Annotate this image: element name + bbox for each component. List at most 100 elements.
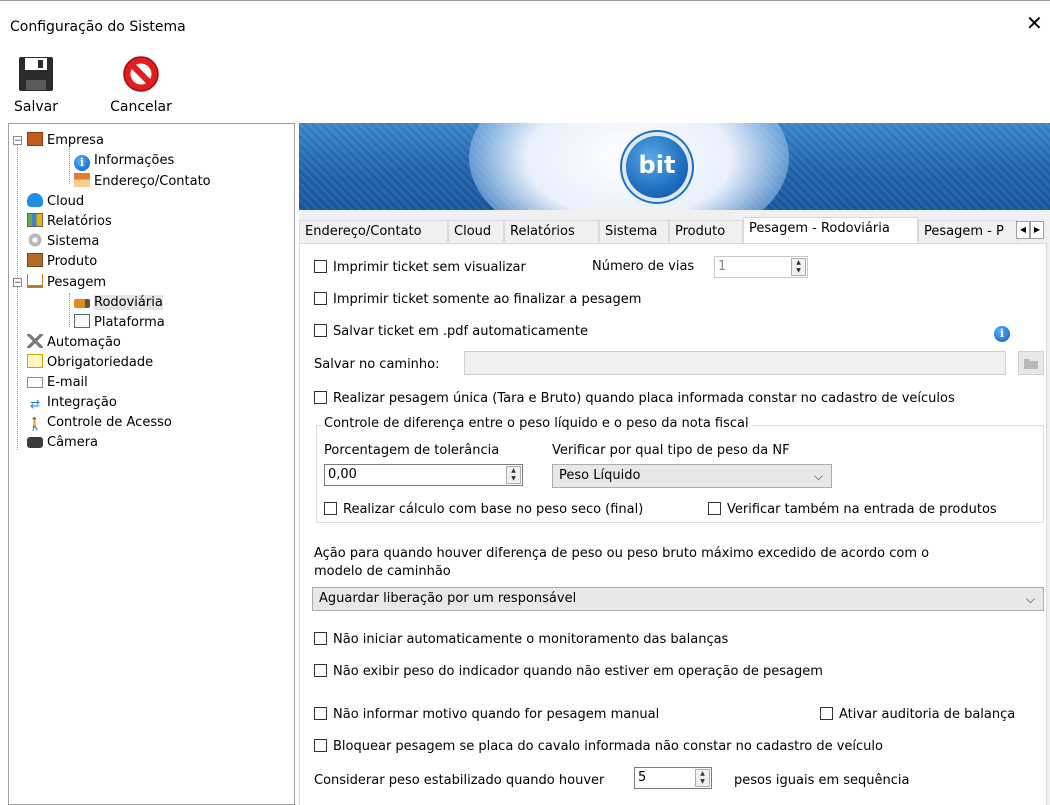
tree-item-automacao[interactable]: Automação: [27, 333, 121, 353]
salvar-caminho-input[interactable]: [464, 351, 1006, 375]
numero-vias-label: Número de vias: [592, 259, 695, 274]
tree-line: [17, 142, 18, 450]
cancel-button[interactable]: Cancelar: [104, 50, 178, 118]
gear-icon: [27, 233, 43, 247]
tree-item-produto[interactable]: Produto: [27, 252, 97, 272]
salvar-caminho-label: Salvar no caminho:: [314, 357, 440, 372]
tab-scroll-right-icon[interactable]: ▶: [1030, 221, 1044, 239]
tab-pesagem-rodoviaria[interactable]: Pesagem - Rodoviária: [743, 217, 918, 243]
acao-select[interactable]: Aguardar liberação por um responsável ⌵: [312, 587, 1044, 611]
tree-item-plataforma[interactable]: Plataforma: [74, 313, 165, 333]
nao-informar-motivo-checkbox[interactable]: Não informar motivo quando for pesagem m…: [314, 706, 659, 724]
tree-item-cloud[interactable]: Cloud: [27, 192, 84, 212]
nao-iniciar-monitoramento-checkbox[interactable]: Não iniciar automaticamente o monitorame…: [314, 631, 728, 649]
checkbox-box[interactable]: [324, 502, 337, 515]
settings-panel: bit Endereço/Contato Cloud Relatórios Si…: [299, 123, 1050, 805]
salvar-pdf-checkbox[interactable]: Salvar ticket em .pdf automaticamente: [314, 323, 588, 341]
platform-scale-icon: [74, 314, 90, 328]
expand-pesagem-toggle[interactable]: −: [13, 278, 22, 288]
pesos-iguais-label: pesos iguais em sequência: [734, 773, 910, 788]
title-bar: Configuração do Sistema ✕: [0, 0, 1050, 50]
tree-item-email[interactable]: E-mail: [27, 373, 88, 393]
arrows-icon: ⇄: [29, 397, 41, 411]
info-icon: i: [74, 155, 90, 171]
controle-diferenca-title: Controle de diferença entre o peso líqui…: [321, 416, 752, 431]
checkbox-box[interactable]: [708, 502, 721, 515]
imprimir-ao-finalizar-checkbox[interactable]: Imprimir ticket somente ao finalizar a p…: [314, 291, 641, 309]
browse-folder-button[interactable]: [1018, 351, 1044, 375]
info-icon[interactable]: i: [994, 326, 1010, 342]
checklist-icon: [27, 354, 43, 368]
checkbox-box[interactable]: [314, 632, 327, 645]
porcentagem-spinner[interactable]: 0,00 ▲ ▼: [324, 464, 523, 486]
walking-person-icon: 🚶: [27, 417, 43, 431]
tipo-peso-select[interactable]: Peso Líquido ⌵: [552, 464, 832, 488]
tab-bar: Endereço/Contato Cloud Relatórios Sistem…: [299, 217, 1050, 243]
checkbox-box[interactable]: [314, 260, 327, 273]
logo-text: bit: [638, 151, 676, 179]
numero-vias-spinner[interactable]: 1 ▲ ▼: [714, 256, 808, 278]
tree-item-sistema[interactable]: Sistema: [27, 232, 99, 252]
tab-scroll-left-icon[interactable]: ◀: [1016, 221, 1030, 239]
company-icon: [27, 132, 43, 146]
checkbox-box[interactable]: [314, 739, 327, 752]
tab-cloud[interactable]: Cloud: [448, 220, 504, 242]
bloquear-pesagem-checkbox[interactable]: Bloquear pesagem se placa do cavalo info…: [314, 738, 883, 756]
nao-exibir-peso-checkbox[interactable]: Não exibir peso do indicador quando não …: [314, 663, 823, 681]
tools-icon: [27, 334, 43, 348]
report-icon: [27, 213, 43, 227]
box-icon: [27, 253, 43, 267]
tree-line: [69, 148, 70, 184]
pesagem-unica-checkbox[interactable]: Realizar pesagem única (Tara e Bruto) qu…: [314, 390, 955, 408]
tree-item-rodoviaria[interactable]: Rodoviária: [74, 293, 163, 313]
envelope-icon: [27, 377, 43, 388]
house-icon: [74, 173, 90, 187]
settings-tree: − Empresa i Informações Endereço/Contato …: [8, 123, 295, 805]
tab-endereco-contato[interactable]: Endereço/Contato: [299, 220, 448, 242]
calculo-peso-seco-checkbox[interactable]: Realizar cálculo com base no peso seco (…: [324, 501, 643, 519]
expand-empresa-toggle[interactable]: −: [13, 136, 22, 146]
spinner-arrows[interactable]: ▲ ▼: [695, 769, 710, 787]
tab-page-pesagem-rodoviaria: Imprimir ticket sem visualizar Número de…: [299, 243, 1047, 805]
spinner-arrows[interactable]: ▲ ▼: [506, 466, 521, 484]
spinner-arrows[interactable]: ▲ ▼: [791, 258, 806, 276]
cancel-icon: [123, 56, 159, 92]
tree-item-controle-acesso[interactable]: 🚶 Controle de Acesso: [27, 413, 172, 433]
ativar-auditoria-checkbox[interactable]: Ativar auditoria de balança: [820, 706, 1015, 724]
window-title: Configuração do Sistema: [10, 19, 186, 35]
tree-item-relatorios[interactable]: Relatórios: [27, 212, 112, 232]
cloud-icon: [27, 193, 43, 207]
considerar-label: Considerar peso estabilizado quando houv…: [314, 773, 605, 788]
tree-item-pesagem[interactable]: Pesagem: [27, 273, 106, 293]
checkbox-box[interactable]: [314, 664, 327, 677]
tree-item-informacoes[interactable]: i Informações: [74, 151, 174, 171]
header-banner: bit: [299, 123, 1050, 210]
tab-produto[interactable]: Produto: [669, 220, 743, 242]
imprimir-sem-visualizar-checkbox[interactable]: Imprimir ticket sem visualizar: [314, 259, 526, 277]
tree-item-obrigatoriedade[interactable]: Obrigatoriedade: [27, 353, 153, 373]
checkbox-box[interactable]: [820, 707, 833, 720]
checkbox-box[interactable]: [314, 707, 327, 720]
scale-icon: [27, 274, 43, 288]
cancel-label: Cancelar: [110, 99, 172, 115]
verificar-entrada-checkbox[interactable]: Verificar também na entrada de produtos: [708, 501, 997, 519]
checkbox-box[interactable]: [314, 292, 327, 305]
save-button[interactable]: Salvar: [12, 50, 60, 118]
close-icon[interactable]: ✕: [1026, 13, 1043, 33]
checkbox-box[interactable]: [314, 391, 327, 404]
tab-pesagem-plataforma[interactable]: Pesagem - P: [918, 220, 1018, 242]
save-label: Salvar: [14, 99, 58, 115]
tree-item-endereco[interactable]: Endereço/Contato: [74, 172, 211, 192]
tree-item-integracao[interactable]: ⇄ Integração: [27, 393, 117, 413]
checkbox-box[interactable]: [314, 324, 327, 337]
tab-sistema[interactable]: Sistema: [599, 220, 669, 242]
acao-label-line1: Ação para quando houver diferença de pes…: [314, 546, 930, 561]
floppy-disk-icon: [19, 57, 53, 91]
toolbar: Salvar Cancelar: [0, 50, 1050, 122]
tree-item-empresa[interactable]: Empresa: [27, 131, 104, 151]
tab-relatorios[interactable]: Relatórios: [504, 220, 599, 242]
truck-icon: [74, 299, 90, 308]
camera-icon: [27, 437, 43, 448]
pesos-iguais-spinner[interactable]: 5 ▲ ▼: [634, 767, 712, 789]
tree-item-camera[interactable]: Câmera: [27, 433, 98, 453]
